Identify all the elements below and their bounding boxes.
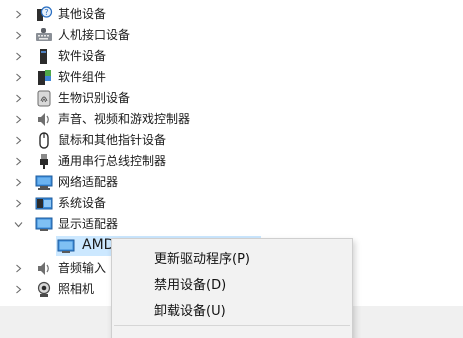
- tree-item-label: 其他设备: [58, 7, 107, 21]
- software-device-icon: [35, 48, 53, 65]
- camera-icon: [35, 281, 53, 298]
- audio-input-icon: [35, 260, 53, 277]
- chevron-right-icon[interactable]: [14, 31, 23, 40]
- menu-item-label: 更新驱动程序(P): [154, 251, 250, 267]
- network-adapter-icon: [35, 174, 53, 191]
- menu-item-disable-device[interactable]: 禁用设备(D): [112, 270, 352, 296]
- tree-item-label: 音频输入: [58, 261, 107, 275]
- tree-item-label: 软件设备: [58, 49, 107, 63]
- tree-item-system-devices[interactable]: 系统设备: [0, 193, 463, 214]
- chevron-right-icon[interactable]: [14, 115, 23, 124]
- chevron-right-icon[interactable]: [14, 199, 23, 208]
- display-adapter-icon: [35, 216, 53, 233]
- mouse-icon: [35, 132, 53, 149]
- chevron-right-icon[interactable]: [14, 73, 23, 82]
- chevron-right-icon[interactable]: [14, 285, 23, 294]
- tree-item-label: 人机接口设备: [58, 28, 131, 42]
- device-manager-window: ? 其他设备 人机接口设备 软件设备 软件组件 生物识别设备 声音、视频和游戏控…: [0, 0, 463, 338]
- menu-item-label: 禁用设备(D): [154, 277, 227, 293]
- tree-item-label: 软件组件: [58, 70, 107, 84]
- chevron-right-icon[interactable]: [14, 157, 23, 166]
- hid-icon: [35, 27, 53, 44]
- system-device-icon: [35, 195, 53, 212]
- chevron-down-icon[interactable]: [14, 220, 23, 229]
- svg-text:?: ?: [44, 8, 48, 17]
- chevron-right-icon[interactable]: [14, 136, 23, 145]
- tree-item-biometric[interactable]: 生物识别设备: [0, 88, 463, 109]
- chevron-right-icon[interactable]: [14, 52, 23, 61]
- unknown-device-icon: ?: [35, 6, 53, 23]
- tree-item-label: 显示适配器: [58, 217, 119, 231]
- menu-item-label: 卸载设备(U): [154, 303, 226, 319]
- tree-item-software-components[interactable]: 软件组件: [0, 67, 463, 88]
- display-adapter-icon: [57, 238, 75, 255]
- tree-item-label: 鼠标和其他指针设备: [58, 133, 167, 147]
- software-component-icon: [35, 69, 53, 86]
- speaker-icon: [35, 111, 53, 128]
- chevron-right-icon[interactable]: [14, 94, 23, 103]
- tree-item-label: 生物识别设备: [58, 91, 131, 105]
- menu-separator: [114, 325, 350, 326]
- tree-item-label: 声音、视频和游戏控制器: [58, 112, 191, 126]
- tree-item-hid[interactable]: 人机接口设备: [0, 25, 463, 46]
- chevron-right-icon[interactable]: [14, 10, 23, 19]
- chevron-right-icon[interactable]: [14, 264, 23, 273]
- tree-item-usb[interactable]: 通用串行总线控制器: [0, 151, 463, 172]
- tree-item-other-devices[interactable]: ? 其他设备: [0, 4, 463, 25]
- tree-item-label: 照相机: [58, 282, 95, 296]
- biometric-icon: [35, 90, 53, 107]
- tree-child-label: AMD: [82, 237, 115, 253]
- tree-item-sound-video-game[interactable]: 声音、视频和游戏控制器: [0, 109, 463, 130]
- tree-item-label: 通用串行总线控制器: [58, 154, 167, 168]
- tree-item-network-adapters[interactable]: 网络适配器: [0, 172, 463, 193]
- tree-item-label: 系统设备: [58, 196, 107, 210]
- tree-item-software-devices[interactable]: 软件设备: [0, 46, 463, 67]
- menu-item-uninstall-device[interactable]: 卸载设备(U): [112, 296, 352, 322]
- tree-item-mouse[interactable]: 鼠标和其他指针设备: [0, 130, 463, 151]
- context-menu: 更新驱动程序(P) 禁用设备(D) 卸载设备(U): [111, 238, 353, 338]
- tree-item-display-adapters[interactable]: 显示适配器: [0, 214, 463, 235]
- usb-icon: [35, 153, 53, 170]
- tree-item-label: 网络适配器: [58, 175, 119, 189]
- chevron-right-icon[interactable]: [14, 178, 23, 187]
- menu-item-update-driver[interactable]: 更新驱动程序(P): [112, 244, 352, 270]
